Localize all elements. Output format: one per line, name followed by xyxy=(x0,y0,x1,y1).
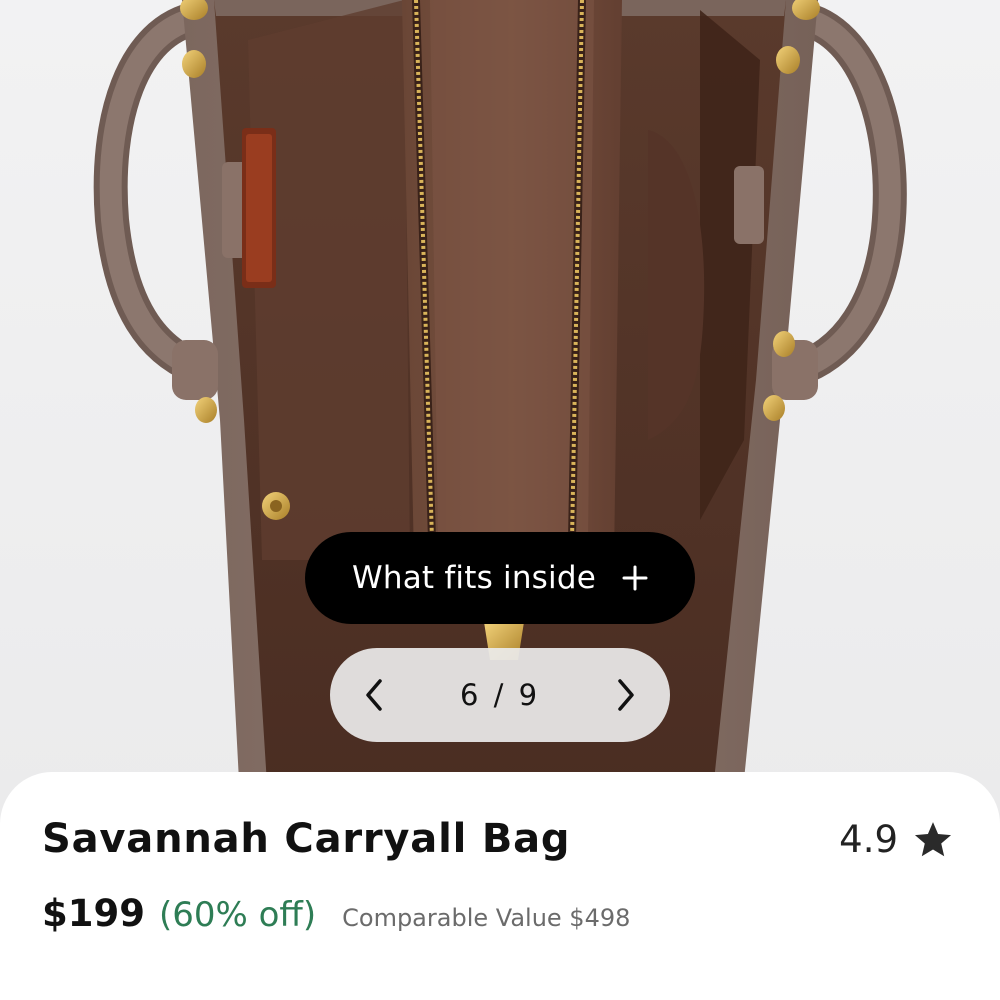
image-pager: 6 / 9 xyxy=(330,648,670,742)
sale-price: $199 xyxy=(42,892,145,935)
product-info-sheet: Savannah Carryall Bag 4.9 $199 (60% off)… xyxy=(0,772,1000,1000)
image-counter: 6 / 9 xyxy=(459,678,541,712)
rating-value: 4.9 xyxy=(839,818,898,861)
chevron-right-icon xyxy=(618,679,634,711)
chevron-left-icon xyxy=(366,679,382,711)
comparable-value: Comparable Value $498 xyxy=(342,904,631,932)
plus-icon xyxy=(622,565,648,591)
what-fits-inside-button[interactable]: What fits inside xyxy=(305,532,695,624)
product-page: What fits inside 6 / 9 Savannah Carryall… xyxy=(0,0,1000,1000)
product-title: Savannah Carryall Bag xyxy=(42,816,571,862)
previous-image-button[interactable] xyxy=(356,677,392,713)
product-rating[interactable]: 4.9 xyxy=(839,818,954,861)
next-image-button[interactable] xyxy=(608,677,644,713)
star-icon xyxy=(914,821,952,856)
price-row: $199 (60% off) Comparable Value $498 xyxy=(42,892,630,935)
what-fits-inside-label: What fits inside xyxy=(352,560,596,596)
discount-percent: (60% off) xyxy=(158,895,317,935)
